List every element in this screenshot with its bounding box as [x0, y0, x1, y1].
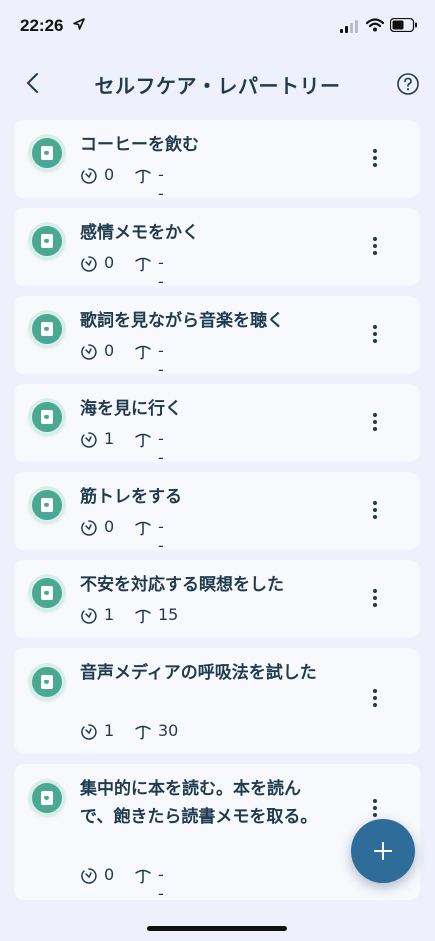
clock-check-icon	[81, 168, 97, 184]
list-item[interactable]: 感情メモをかく 0 --	[14, 208, 420, 291]
clock-check-icon	[81, 256, 97, 272]
list-item[interactable]: 海を見に行く 1 --	[14, 384, 420, 467]
thermometer-icon	[135, 521, 151, 536]
page-title: セルフケア・レパートリー	[94, 74, 341, 98]
item-value: --	[158, 253, 164, 291]
question-circle-icon	[397, 73, 419, 95]
item-count: 1	[104, 429, 115, 448]
clock-check-icon	[81, 608, 97, 624]
item-count: 0	[104, 165, 115, 184]
list-item[interactable]: 不安を対応する瞑想をした 1 15	[14, 560, 420, 638]
item-value: --	[158, 429, 164, 467]
more-options-button[interactable]	[366, 498, 384, 526]
header: セルフケア・レパートリー	[0, 58, 435, 108]
item-value: --	[158, 517, 164, 555]
more-options-button[interactable]	[366, 686, 384, 714]
more-options-button[interactable]	[366, 234, 384, 262]
status-time: 22:26	[20, 16, 64, 35]
thermometer-icon	[135, 609, 151, 624]
note-heart-icon	[32, 490, 62, 520]
more-options-button[interactable]	[366, 586, 384, 614]
note-heart-icon	[32, 578, 62, 608]
item-value: 30	[158, 721, 179, 740]
clock-check-icon	[81, 432, 97, 448]
status-bar: 22:26	[0, 0, 435, 52]
list-item[interactable]: コーヒーを飲む 0 --	[14, 120, 420, 203]
thermometer-icon	[135, 345, 151, 360]
item-count: 1	[104, 721, 115, 740]
note-heart-icon	[32, 667, 62, 697]
item-title: 音声メディアの呼吸法を試した	[80, 663, 317, 683]
home-indicator	[147, 926, 287, 931]
clock-check-icon	[81, 724, 97, 740]
note-heart-icon	[32, 226, 62, 256]
item-value: --	[158, 165, 164, 203]
more-options-button[interactable]	[366, 146, 384, 174]
list-item[interactable]: 歌詞を見ながら音楽を聴く 0 --	[14, 296, 420, 379]
list-item[interactable]: 筋トレをする 0 --	[14, 472, 420, 555]
item-count: 0	[104, 253, 115, 272]
add-button[interactable]	[351, 819, 415, 883]
item-title: 筋トレをする	[80, 487, 182, 507]
item-value: 15	[158, 605, 179, 624]
location-arrow-icon	[73, 18, 85, 30]
item-count: 0	[104, 341, 115, 360]
item-title: 集中的に本を読む。本を読んで、飽きたら読書メモを取る。	[80, 779, 318, 827]
more-options-button[interactable]	[366, 410, 384, 438]
item-title: 不安を対応する瞑想をした	[80, 575, 284, 595]
item-count: 0	[104, 865, 115, 884]
battery-icon	[390, 18, 417, 32]
item-title: 海を見に行く	[80, 399, 182, 419]
thermometer-icon	[135, 169, 151, 184]
note-heart-icon	[32, 314, 62, 344]
note-heart-icon	[32, 138, 62, 168]
item-count: 1	[104, 605, 115, 624]
item-count: 0	[104, 517, 115, 536]
help-button[interactable]	[396, 72, 420, 96]
clock-check-icon	[81, 868, 97, 884]
thermometer-icon	[135, 869, 151, 884]
item-value: --	[158, 341, 164, 379]
item-title: コーヒーを飲む	[80, 135, 199, 155]
cellular-signal-icon	[340, 20, 358, 33]
item-title: 歌詞を見ながら音楽を聴く	[80, 311, 284, 331]
note-heart-icon	[32, 783, 62, 813]
clock-check-icon	[81, 520, 97, 536]
list-item[interactable]: 音声メディアの呼吸法を試した 1 30	[14, 648, 420, 754]
thermometer-icon	[135, 725, 151, 740]
item-value: --	[158, 865, 164, 903]
item-title: 感情メモをかく	[80, 223, 199, 243]
thermometer-icon	[135, 433, 151, 448]
wifi-icon	[366, 18, 384, 32]
clock-check-icon	[81, 344, 97, 360]
thermometer-icon	[135, 257, 151, 272]
note-heart-icon	[32, 402, 62, 432]
more-options-button[interactable]	[366, 322, 384, 350]
